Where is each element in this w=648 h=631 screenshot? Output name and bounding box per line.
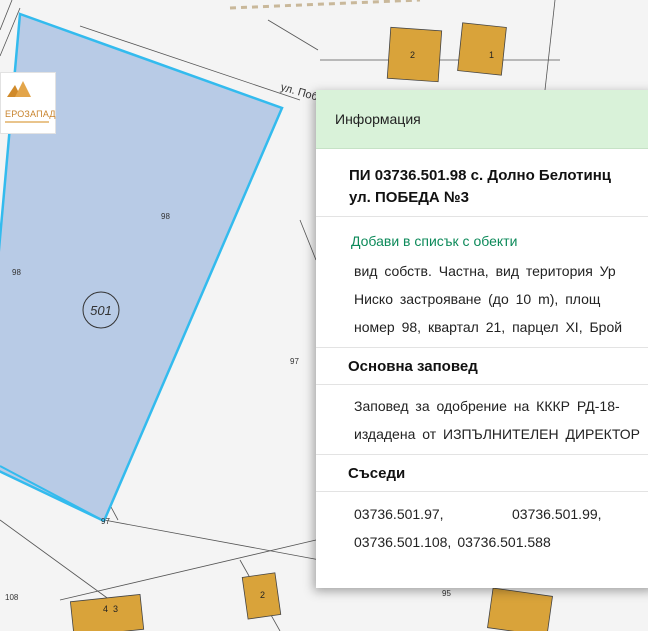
- company-logo: ЕРОЗАПАД: [0, 72, 56, 134]
- building-label: 4: [103, 604, 108, 614]
- info-line: номер 98, квартал 21, парцел XI, Брой: [354, 319, 623, 335]
- neighbors-heading: Съседи: [316, 454, 648, 492]
- panel-header-title: Информация: [335, 111, 421, 127]
- property-title-line2: ул. ПОБЕДА №3: [349, 189, 469, 206]
- lot-label: 97: [290, 357, 299, 366]
- order-line: Заповед за одобрение на КККР РД-18-: [354, 398, 620, 414]
- order-line: издадена от ИЗПЪЛНИТЕЛЕН ДИРЕКТОР: [354, 426, 640, 442]
- neighbors-list: 03736.501.97, 03736.501.99, 03736.501.10…: [316, 492, 648, 556]
- building: [457, 22, 507, 76]
- building-label: 2: [410, 50, 415, 60]
- lot-label: 108: [5, 593, 19, 602]
- neighbor-link[interactable]: 03736.501.588: [457, 528, 550, 556]
- lot-label: 95: [442, 589, 451, 598]
- property-title-line1: ПИ 03736.501.98 с. Долно Белотинц: [349, 167, 612, 184]
- info-line: вид собств. Частна, вид територия Ур: [354, 263, 616, 279]
- building-label: 2: [260, 590, 265, 600]
- order-heading: Основна заповед: [316, 347, 648, 385]
- neighbor-link[interactable]: 03736.501.97,: [354, 500, 512, 528]
- add-to-list-link[interactable]: Добави в списък с обекти: [316, 217, 648, 249]
- building-label: 1: [489, 50, 494, 60]
- logo-underline: [5, 121, 49, 123]
- order-text: Заповед за одобрение на КККР РД-18- изда…: [316, 385, 648, 454]
- lot-label: 98: [161, 212, 170, 221]
- info-panel: Информация ПИ 03736.501.98 с. Долно Бело…: [316, 90, 648, 588]
- neighbor-link[interactable]: 03736.501.108,: [354, 528, 451, 556]
- neighbor-link[interactable]: 03736.501.99,: [512, 500, 602, 528]
- building-label: 3: [113, 604, 118, 614]
- property-title: ПИ 03736.501.98 с. Долно Белотинц ул. ПО…: [316, 149, 648, 209]
- lot-label: 97: [101, 517, 110, 526]
- logo-mark-icon: [7, 81, 31, 97]
- info-line: Ниско застрояване (до 10 m), площ: [354, 291, 601, 307]
- panel-header: Информация: [316, 90, 648, 149]
- logo-text: ЕРОЗАПАД: [5, 109, 56, 119]
- info-text: вид собств. Частна, вид територия Ур Нис…: [316, 249, 648, 347]
- lot-label: 98: [12, 268, 21, 277]
- parcel-number-label: 501: [90, 303, 112, 318]
